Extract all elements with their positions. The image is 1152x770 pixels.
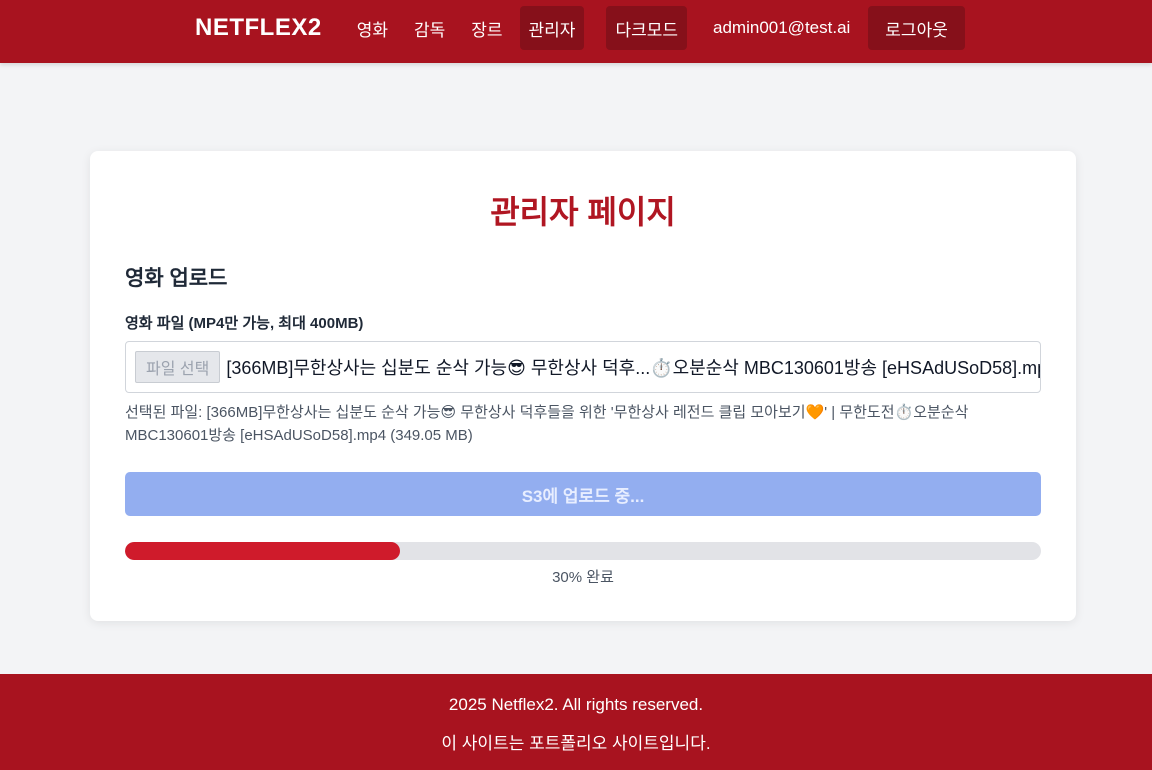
page-title: 관리자 페이지 (490, 194, 676, 230)
top-nav: NETFLEX2 영화 감독 장르 관리자 다크모드 admin001@test… (0, 0, 1152, 63)
user-email: admin001@test.ai (713, 18, 851, 37)
choose-file-button[interactable]: 파일 선택 (135, 351, 221, 383)
footer-note: 이 사이트는 포트폴리오 사이트입니다. (441, 734, 711, 753)
admin-card: 관리자 페이지 영화 업로드 영화 파일 (MP4만 가능, 최대 400MB)… (90, 151, 1076, 621)
footer: 2025 Netflex2. All rights reserved. 이 사이… (0, 674, 1152, 770)
footer-copyright: 2025 Netflex2. All rights reserved. (448, 695, 704, 714)
nav-link-genres[interactable]: 장르 (462, 6, 511, 50)
nav-link-admin[interactable]: 관리자 (519, 6, 585, 50)
file-field-label: 영화 파일 (MP4만 가능, 최대 400MB) (125, 315, 364, 332)
selected-file-info: 선택된 파일: [366MB]무한상사는 십분도 순삭 가능😎 무한상사 덕후들… (125, 404, 969, 444)
logout-button[interactable]: 로그아웃 (868, 6, 965, 50)
upload-button[interactable]: S3에 업로드 중... (125, 472, 1041, 516)
movie-file-input[interactable]: 파일 선택 [366MB]무한상사는 십분도 순삭 가능😎 무한상사 덕후...… (125, 341, 1041, 393)
nav-link-directors[interactable]: 감독 (405, 6, 454, 50)
section-title: 영화 업로드 (125, 267, 228, 290)
dark-mode-toggle[interactable]: 다크모드 (606, 6, 688, 50)
upload-progress-fill (125, 542, 400, 560)
nav-bar: NETFLEX2 영화 감독 장르 관리자 다크모드 admin001@test… (195, 6, 965, 50)
brand-logo[interactable]: NETFLEX2 (195, 14, 322, 42)
upload-progress-bar (125, 542, 1041, 560)
chosen-file-name: [366MB]무한상사는 십분도 순삭 가능😎 무한상사 덕후...⏱️오분순삭… (226, 358, 1040, 378)
nav-link-movies[interactable]: 영화 (348, 6, 397, 50)
progress-label: 30% 완료 (552, 569, 614, 586)
